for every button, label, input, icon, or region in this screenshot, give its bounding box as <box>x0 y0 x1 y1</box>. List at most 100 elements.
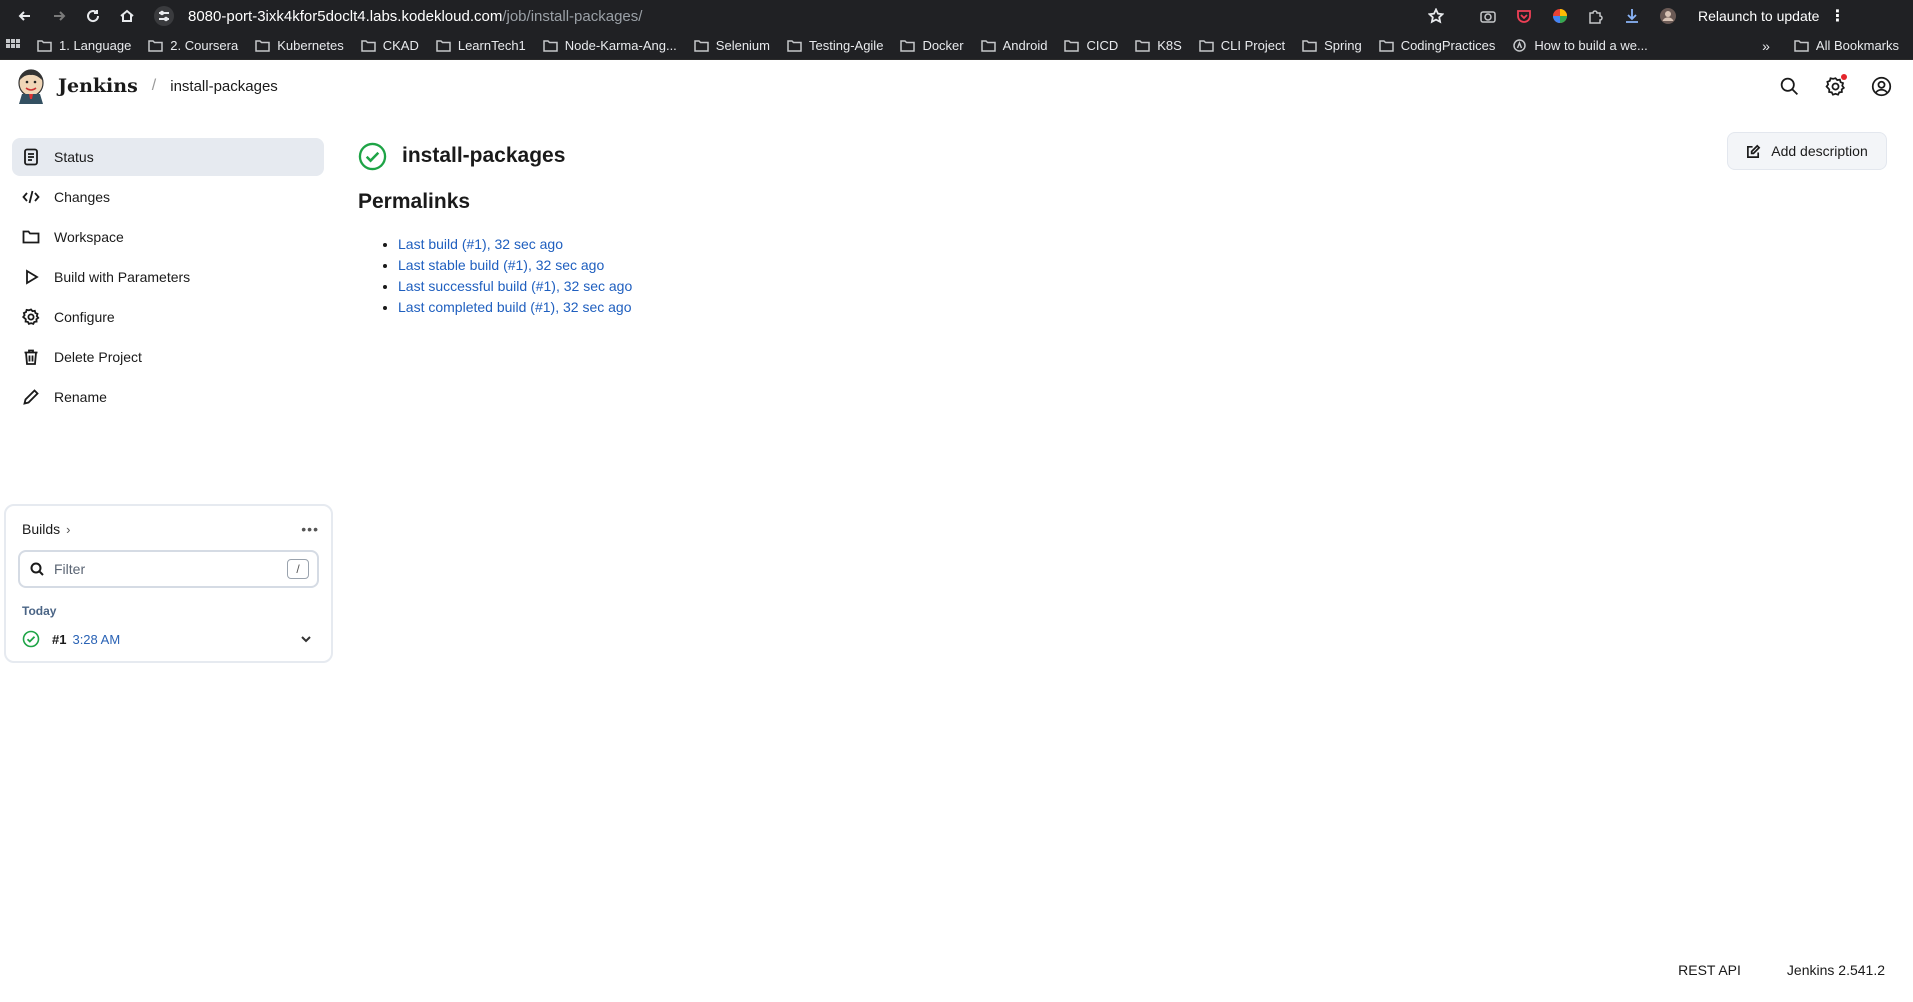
all-bookmarks-button[interactable]: All Bookmarks <box>1794 38 1899 53</box>
bookmark-item[interactable]: CodingPractices <box>1378 38 1496 53</box>
sidebar-item-label: Changes <box>54 189 111 205</box>
sidebar-item-build-with-parameters[interactable]: Build with Parameters <box>12 258 324 296</box>
chevron-down-icon[interactable] <box>299 632 313 646</box>
folder-icon <box>436 40 451 52</box>
manage-jenkins-button[interactable] <box>1823 74 1847 98</box>
bookmark-item[interactable]: Selenium <box>694 38 770 53</box>
sidebar-item-status[interactable]: Status <box>12 138 324 176</box>
download-icon[interactable] <box>1622 6 1642 26</box>
permalink-link[interactable]: Last successful build (#1), 32 sec ago <box>398 278 632 294</box>
more-options-icon[interactable]: ••• <box>301 521 319 537</box>
job-title-row: install-packages <box>358 140 1913 172</box>
address-bar[interactable]: 8080-port-3ixk4kfor5doclt4.labs.kodeklou… <box>148 2 1458 30</box>
rest-api-link[interactable]: REST API <box>1678 962 1741 978</box>
permalink-link[interactable]: Last completed build (#1), 32 sec ago <box>398 299 631 315</box>
bookmark-item[interactable]: Node-Karma-Ang... <box>543 38 677 53</box>
bookmark-label: How to build a we... <box>1534 38 1648 53</box>
apps-grid-icon[interactable] <box>6 38 20 53</box>
folder-icon <box>22 228 54 246</box>
jenkins-version-link[interactable]: Jenkins 2.541.2 <box>1787 962 1885 978</box>
search-icon <box>30 562 44 576</box>
folder-icon <box>360 40 376 52</box>
folder-icon <box>980 40 996 52</box>
breadcrumb-job[interactable]: install-packages <box>170 78 278 95</box>
pencil-icon <box>22 388 54 406</box>
relaunch-button[interactable]: Relaunch to update ⋮ <box>1698 6 1845 26</box>
folder-icon <box>1064 40 1080 52</box>
permalink-link[interactable]: Last build (#1), 32 sec ago <box>398 236 563 252</box>
folder-icon <box>543 40 558 52</box>
bookmark-item[interactable]: CICD <box>1064 38 1118 53</box>
chevron-right-icon[interactable]: › <box>66 522 70 537</box>
list-item: Last successful build (#1), 32 sec ago <box>398 276 1913 297</box>
folder-icon <box>37 40 52 52</box>
sidebar-item-label: Workspace <box>54 229 124 245</box>
sidebar-item-changes[interactable]: Changes <box>12 178 324 216</box>
folder-icon <box>1794 40 1809 52</box>
build-time[interactable]: 3:28 AM <box>72 632 120 647</box>
folder-icon <box>1302 40 1317 52</box>
bookmark-item[interactable]: Testing-Agile <box>787 38 883 53</box>
gear-icon <box>22 308 54 326</box>
relaunch-label: Relaunch to update <box>1698 8 1820 24</box>
profile-avatar-icon[interactable] <box>1658 6 1678 26</box>
notification-dot <box>1841 74 1847 80</box>
bookmark-star-icon[interactable] <box>1424 4 1448 28</box>
bookmark-item[interactable]: 2. Coursera <box>148 38 238 53</box>
add-description-button[interactable]: Add description <box>1727 132 1887 170</box>
menu-kebab-icon: ⋮ <box>1829 8 1846 25</box>
build-number[interactable]: #1 <box>52 632 66 647</box>
bookmark-item[interactable]: CLI Project <box>1199 38 1285 53</box>
page-title: install-packages <box>402 144 566 167</box>
edit-icon <box>1747 144 1761 158</box>
camera-icon[interactable] <box>1478 6 1498 26</box>
builds-title[interactable]: Builds <box>22 521 60 537</box>
bookmark-item[interactable]: Docker <box>900 38 964 53</box>
build-group-label: Today <box>22 604 57 618</box>
puzzle-icon[interactable] <box>1586 6 1606 26</box>
bookmark-label: CodingPractices <box>1400 38 1496 53</box>
builds-filter-input[interactable] <box>54 561 287 577</box>
code-icon <box>22 188 54 206</box>
bookmark-label: 1. Language <box>59 38 132 53</box>
bookmark-item[interactable]: LearnTech1 <box>436 38 526 53</box>
bookmark-label: Testing-Agile <box>809 38 884 53</box>
jenkins-logo-icon[interactable] <box>16 68 46 104</box>
builds-header: Builds › ••• <box>18 518 319 540</box>
back-button[interactable] <box>8 2 42 30</box>
build-row[interactable]: #1 3:28 AM <box>18 628 319 650</box>
bookmark-item[interactable]: Kubernetes <box>255 38 344 53</box>
color-wheel-icon[interactable] <box>1550 6 1570 26</box>
reload-button[interactable] <box>76 2 110 30</box>
bookmark-item[interactable]: How to build a we... <box>1512 38 1648 53</box>
permalinks-heading: Permalinks <box>358 190 471 213</box>
user-menu-button[interactable] <box>1869 74 1893 98</box>
bookmark-item[interactable]: 1. Language <box>37 38 131 53</box>
bookmark-label: Docker <box>922 38 964 53</box>
more-bookmarks-button[interactable]: » <box>1762 38 1770 54</box>
sidebar-nav: Status Changes Workspace Build with Paramet… <box>0 138 340 416</box>
extensions-area <box>1478 6 1678 26</box>
home-button[interactable] <box>110 2 144 30</box>
status-icon <box>22 148 54 166</box>
site-info-icon[interactable] <box>154 6 174 26</box>
bookmark-item[interactable]: K8S <box>1135 38 1182 53</box>
search-button[interactable] <box>1777 74 1801 98</box>
bookmark-item[interactable]: Spring <box>1302 38 1362 53</box>
sidebar-item-workspace[interactable]: Workspace <box>12 218 324 256</box>
bookmark-list: 1. Language 2. Coursera Kubernetes CKAD Lear… <box>37 38 1665 53</box>
pocket-icon[interactable] <box>1514 6 1534 26</box>
bookmark-item[interactable]: Android <box>980 38 1047 53</box>
permalink-link[interactable]: Last stable build (#1), 32 sec ago <box>398 257 604 273</box>
bookmark-label: K8S <box>1157 38 1182 53</box>
add-description-label: Add description <box>1771 143 1868 159</box>
sidebar-item-configure[interactable]: Configure <box>12 298 324 336</box>
sidebar-item-rename[interactable]: Rename <box>12 378 324 416</box>
bookmark-label: 2. Coursera <box>170 38 239 53</box>
sidebar-item-delete-project[interactable]: Delete Project <box>12 338 324 376</box>
trash-icon <box>22 348 54 366</box>
forward-button[interactable] <box>42 2 76 30</box>
arrow-left-icon <box>18 11 30 21</box>
bookmark-item[interactable]: CKAD <box>360 38 419 53</box>
jenkins-brand[interactable]: Jenkins <box>58 75 138 97</box>
